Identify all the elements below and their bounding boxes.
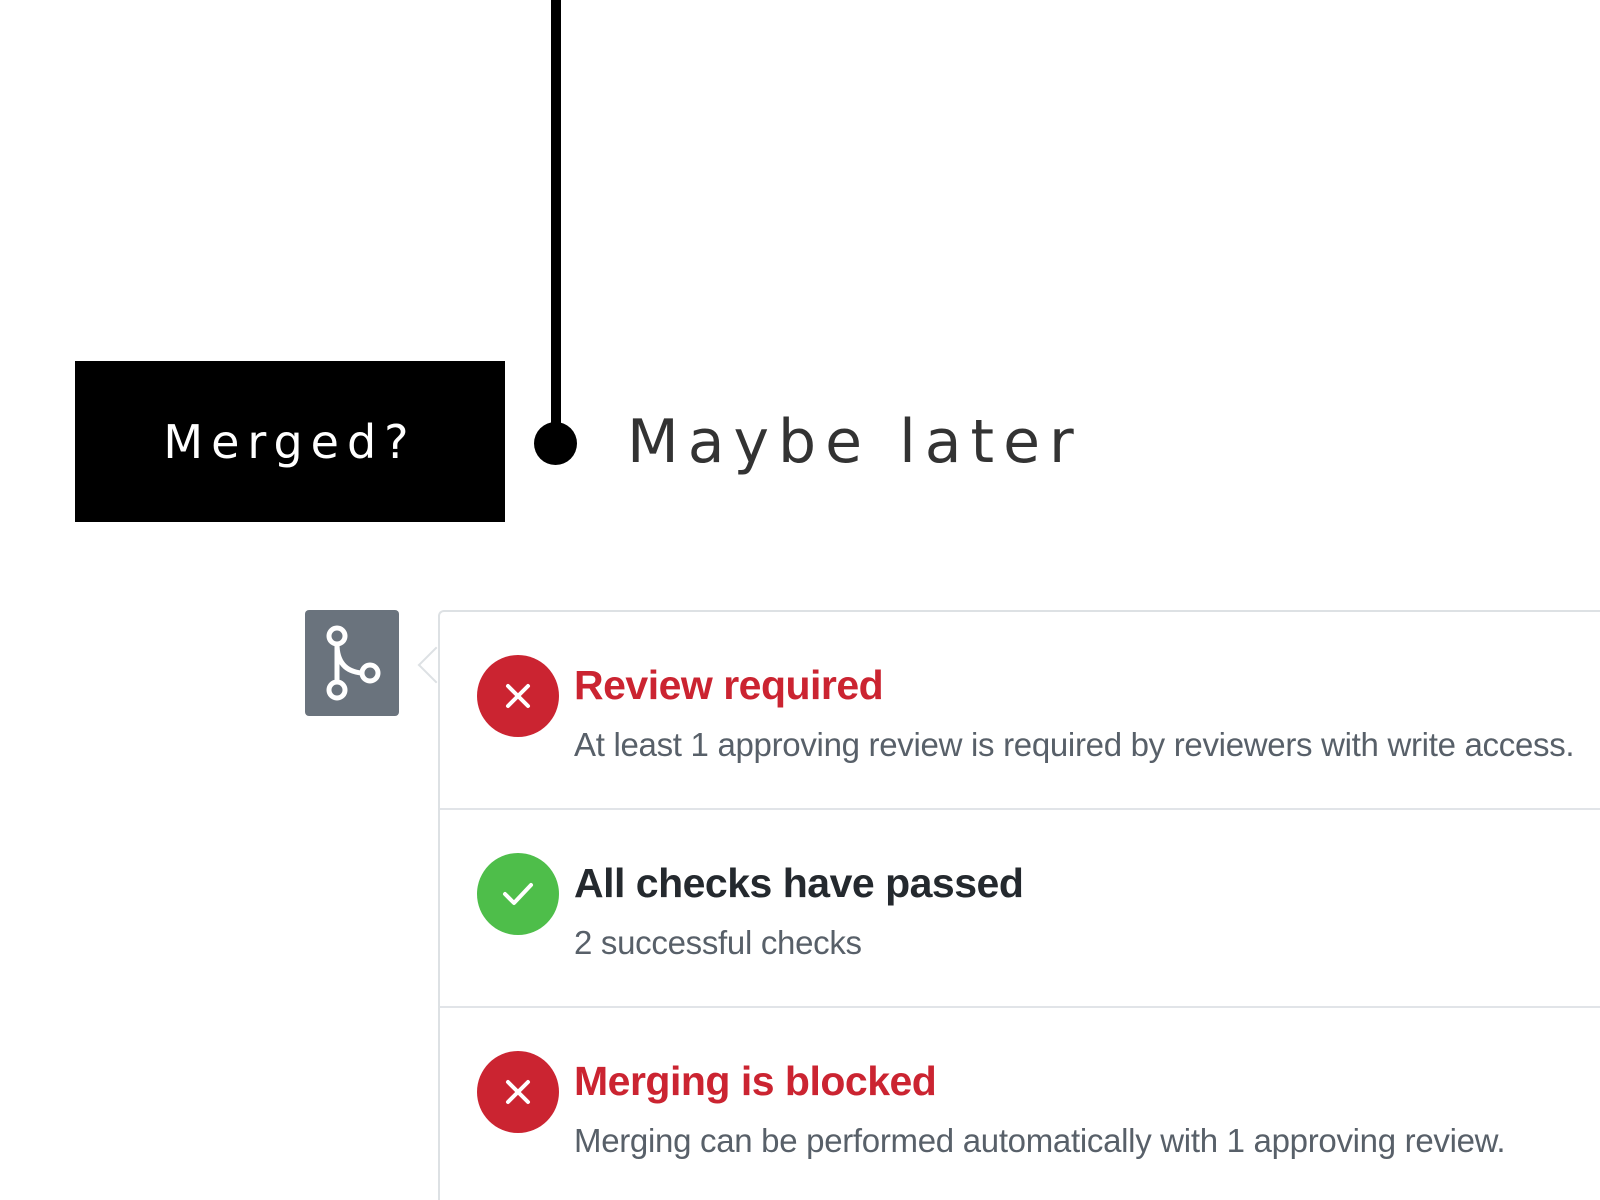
status-description: 2 successful checks bbox=[574, 924, 862, 961]
merged-label-box: Merged? bbox=[75, 361, 505, 522]
x-icon bbox=[477, 1051, 559, 1133]
status-description: Merging can be performed automatically w… bbox=[574, 1122, 1506, 1159]
slide-canvas: Merged? Maybe later Review required At l… bbox=[0, 0, 1600, 1200]
status-row-checks[interactable]: All checks have passed 2 successful chec… bbox=[440, 810, 1600, 1008]
status-description: At least 1 approving review is required … bbox=[574, 726, 1575, 763]
status-title: Merging is blocked bbox=[574, 1058, 937, 1104]
timeline-line bbox=[551, 0, 561, 425]
status-row-merging[interactable]: Merging is blocked Merging can be perfor… bbox=[440, 1008, 1600, 1200]
status-title: Review required bbox=[574, 662, 884, 708]
maybe-later-label: Maybe later bbox=[627, 407, 1083, 477]
git-merge-icon bbox=[305, 610, 399, 716]
check-icon bbox=[477, 853, 559, 935]
status-row-review[interactable]: Review required At least 1 approving rev… bbox=[440, 612, 1600, 810]
status-title: All checks have passed bbox=[574, 860, 1024, 906]
merged-label: Merged? bbox=[163, 414, 417, 469]
merge-status-panel: Review required At least 1 approving rev… bbox=[438, 610, 1600, 1200]
x-icon bbox=[477, 655, 559, 737]
timeline-dot bbox=[534, 422, 577, 465]
